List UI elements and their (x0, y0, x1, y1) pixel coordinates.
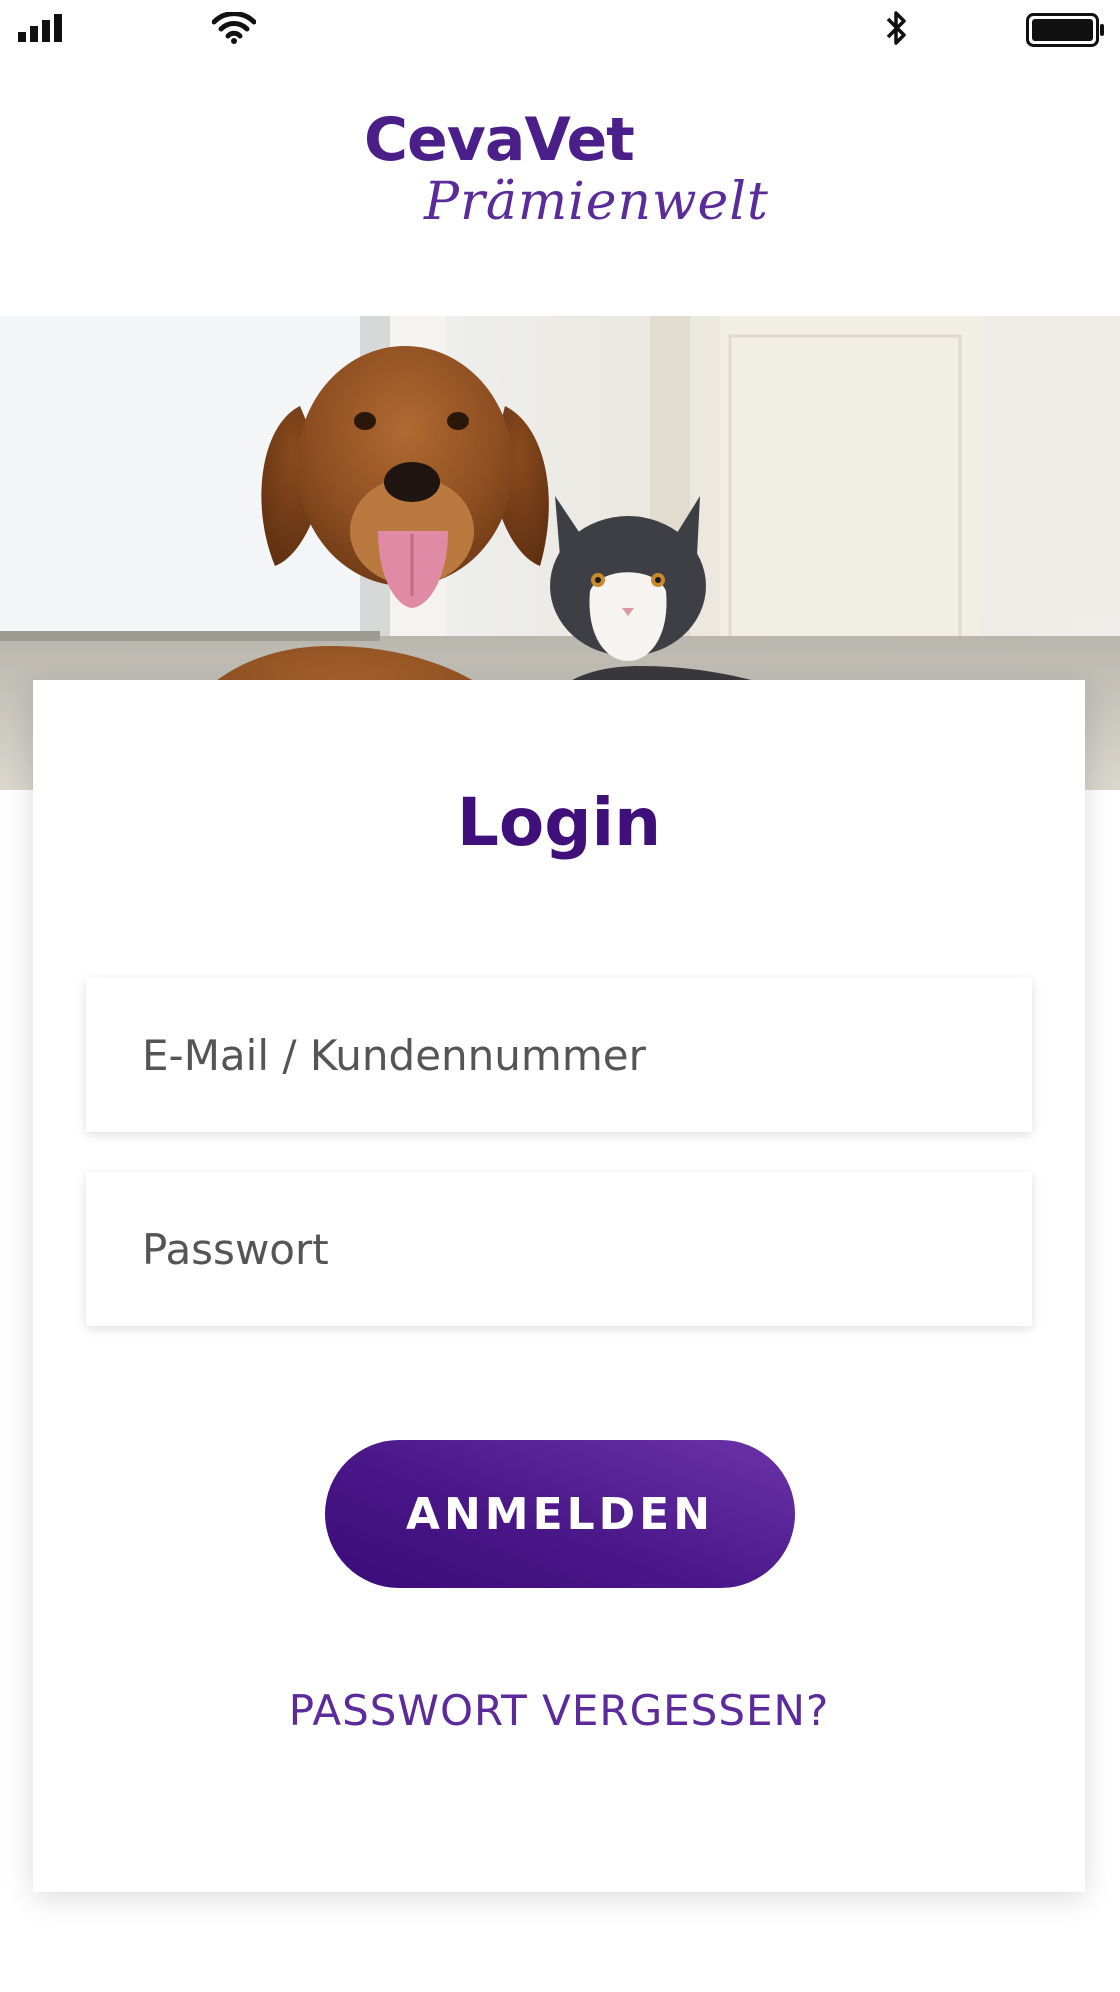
battery-icon (1026, 13, 1106, 51)
cellular-signal-icon (18, 12, 70, 46)
email-field[interactable] (86, 978, 1032, 1132)
wifi-icon (211, 11, 257, 48)
logo-brand-text: CevaVet (364, 105, 635, 175)
password-field[interactable] (86, 1172, 1032, 1326)
login-button[interactable]: ANMELDEN (325, 1440, 795, 1588)
password-input[interactable] (86, 1172, 1032, 1326)
bluetooth-icon (884, 10, 910, 50)
login-card: Login ANMELDEN PASSWORT VERGESSEN? (33, 680, 1085, 1892)
forgot-password-link[interactable]: PASSWORT VERGESSEN? (33, 1686, 1085, 1735)
status-bar (0, 0, 1120, 60)
brand-logo: CevaVet Prämienwelt (0, 96, 1120, 246)
email-input[interactable] (86, 978, 1032, 1132)
logo-subtitle-text: Prämienwelt (424, 172, 769, 232)
login-title: Login (456, 784, 662, 861)
